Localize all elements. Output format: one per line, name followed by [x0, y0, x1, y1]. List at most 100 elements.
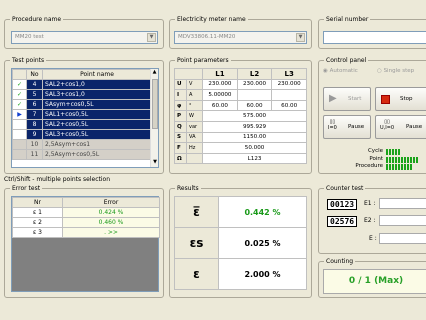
point-no: 9: [26, 129, 43, 140]
progress-segment: [404, 156, 406, 163]
phase-header: L1: [202, 68, 238, 80]
scroll-up-icon[interactable]: ▲: [151, 69, 158, 77]
progress-segment: [389, 156, 391, 163]
phase-header: L3: [271, 68, 307, 80]
point-name: SAL3+cos0,5L: [42, 129, 152, 140]
mode-single-radio[interactable]: ○ Single step: [377, 68, 414, 74]
scroll-thumb[interactable]: [152, 79, 158, 129]
param-unit: VA: [186, 131, 204, 144]
progress-segment: [395, 156, 397, 163]
param-symbol: F: [173, 142, 188, 154]
point-name: SAL2+cos1,0: [42, 79, 152, 90]
point-name: SAL3+cos1,0: [42, 89, 152, 100]
progress-segment: [395, 149, 397, 155]
param-value: 1150.00: [202, 131, 307, 144]
test-points-group: Test points No Point name ✓ 4 SAL2+cos1,0 ✓…: [4, 56, 164, 174]
checked-icon: ✓: [12, 99, 27, 110]
stop-button[interactable]: Stop: [375, 87, 426, 111]
procedure-progress: [386, 164, 419, 172]
checked-icon: [12, 119, 27, 130]
error-value: 0.424 %: [62, 207, 160, 218]
param-value: [271, 89, 307, 101]
table-row[interactable]: ε 3. >>: [12, 227, 160, 238]
pause-button[interactable]: ▯▯ I=0 Pause: [323, 115, 371, 139]
test-points-legend: Test points: [10, 56, 47, 65]
counting-group: Counting 0 / 1 (Max): [318, 257, 426, 298]
col-nr-header: Nr: [12, 197, 63, 208]
param-symbol: φ: [173, 99, 188, 112]
progress-segment: [401, 156, 403, 163]
table-row[interactable]: 9 SAL3+cos0,5L: [12, 129, 152, 140]
table-row[interactable]: ε 2 0.460 %: [12, 217, 160, 228]
point-no: 11: [26, 149, 43, 160]
progress-segment: [410, 164, 412, 170]
progress-segment: [386, 149, 388, 155]
param-value: 60.00: [236, 99, 273, 112]
progress-segment: [398, 156, 400, 163]
table-row[interactable]: 8 SAL2+cos0,5L: [12, 119, 152, 130]
e1-field: [379, 198, 426, 209]
table-row[interactable]: ✓ 5 SAL3+cos1,0: [12, 89, 152, 100]
params-group: Point parameters L1 L2 L3 U V 230.000 230.000 2…: [169, 56, 312, 174]
progress-segment: [392, 164, 394, 170]
result-symbol: εs: [174, 227, 219, 259]
param-unit: Hz: [186, 142, 204, 154]
chevron-down-icon[interactable]: ▼: [296, 33, 305, 42]
progress-segment: [386, 164, 388, 170]
point-no: 10: [26, 139, 43, 150]
param-value: 575.000: [202, 110, 307, 122]
params-legend: Point parameters: [175, 56, 231, 65]
start-button[interactable]: ▶ Start: [323, 87, 371, 111]
col-name-header: Point name: [42, 69, 152, 80]
results-legend: Results: [175, 184, 201, 193]
procedure-label: Procedure: [355, 163, 383, 169]
checked-icon: ✓: [12, 89, 27, 100]
meter-value: MDV33806.11-MM20: [178, 34, 236, 40]
param-symbol: Q: [173, 120, 188, 133]
table-row[interactable]: 10 2,5Asym+cos1: [12, 139, 152, 150]
counting-legend: Counting: [324, 257, 356, 266]
error-test-group: Error test Nr Error ε 1 0.424 % ε 2 0.460 %…: [4, 184, 164, 298]
chevron-down-icon[interactable]: ▼: [147, 33, 156, 42]
result-value: 2.000 %: [218, 258, 307, 290]
col-error-header: Error: [62, 197, 160, 208]
table-row[interactable]: ✓ 6 SAsym+cos0,5L: [12, 99, 152, 110]
mode-automatic-radio[interactable]: ◉ Automatic: [323, 68, 358, 74]
point-no: 6: [26, 99, 43, 110]
param-value: 60.00: [202, 99, 238, 112]
serial-input[interactable]: [323, 31, 426, 44]
procedure-combo[interactable]: MM20 test ▼: [11, 31, 158, 44]
e-label: E :: [369, 235, 377, 242]
procedure-legend: Procedure name: [10, 15, 64, 24]
error-value: 0.460 %: [62, 217, 160, 228]
point-name: SAL2+cos0,5L: [42, 119, 152, 130]
meter-combo[interactable]: MDV33806.11-MM20 ▼: [174, 31, 307, 44]
scrollbar[interactable]: ▲ ▼: [150, 69, 158, 167]
pause-zero-button[interactable]: ▯▯ U,I=0 Pause: [375, 115, 426, 139]
error-nr: ε 2: [12, 217, 63, 228]
param-value: 60.00: [271, 99, 307, 112]
param-unit: V: [186, 78, 204, 91]
point-name: SAL1+cos0,5L: [42, 109, 152, 120]
result-symbol: ε̅: [174, 196, 219, 228]
phase-header: L2: [236, 68, 273, 80]
point-no: 4: [26, 79, 43, 90]
pause-icon: ▯▯ U,I=0: [380, 119, 395, 131]
progress-segment: [395, 164, 397, 170]
table-row[interactable]: 11 2,5Asym+cos0,5L: [12, 149, 152, 160]
param-value: [236, 89, 273, 101]
table-row[interactable]: ✓ 4 SAL2+cos1,0: [12, 79, 152, 90]
counting-value: 0 / 1 (Max): [323, 269, 426, 294]
scroll-down-icon[interactable]: ▼: [151, 159, 158, 167]
table-row[interactable]: ε 1 0.424 %: [12, 207, 160, 218]
table-row[interactable]: ▶ 7 SAL1+cos0,5L: [12, 109, 152, 120]
param-unit: var: [186, 120, 204, 133]
point-no: 7: [26, 109, 43, 120]
param-symbol: S: [173, 131, 188, 144]
param-unit: °: [186, 99, 204, 112]
test-points-list[interactable]: No Point name ✓ 4 SAL2+cos1,0 ✓ 5 SAL3+cos1,0…: [11, 68, 159, 168]
param-value: 5.00000: [202, 89, 238, 101]
result-value: 0.442 %: [218, 196, 307, 228]
progress-segment: [392, 156, 394, 163]
progress-segment: [389, 149, 391, 155]
